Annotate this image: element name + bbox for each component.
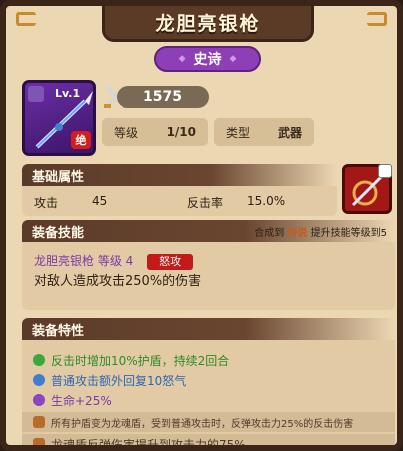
lock-icon <box>378 164 392 178</box>
skill-tag: 怒攻 <box>147 254 194 270</box>
skill-hint-suffix: 提升技能等级到5 <box>310 227 387 239</box>
item-portrait: Lv.1 绝 <box>22 80 96 156</box>
trait-text: 普通攻击额外回复10怒气 <box>51 373 187 388</box>
green-dot-icon <box>33 354 45 366</box>
trait-item: 普通攻击额外回复10怒气 <box>22 370 395 390</box>
trait-text: 生命+25% <box>51 393 112 408</box>
tier-badge: 绝 <box>71 131 91 149</box>
rarity-badge: 史诗 <box>154 46 261 72</box>
blue-dot-icon <box>33 374 45 386</box>
section-header: 基础属性 <box>22 164 337 186</box>
locked-trait-text: 龙魂盾反弹伤害提升到攻击力的75% <box>51 437 246 451</box>
trait-item: 生命+25% <box>22 390 395 410</box>
locked-trait-item: 所有护盾变为龙魂盾，受到普通攻击时，反弹攻击力25%的反击伤害 <box>22 412 395 432</box>
type-chip: 类型 武器 <box>214 118 314 146</box>
level-value: 1/10 <box>166 125 196 139</box>
skill-hint-prefix: 合成到 <box>254 227 285 239</box>
skill-description: 对敌人造成攻击250%的伤害 <box>34 274 202 289</box>
attack-label: 攻击 <box>34 196 59 210</box>
skill-name-line: 龙胆亮银枪 等级 4 怒攻 <box>34 252 194 270</box>
type-value: 武器 <box>277 125 302 140</box>
frame-corner-ornament <box>367 12 387 26</box>
base-attributes-section: 基础属性 攻击 45 反击率 15.0% <box>22 164 337 216</box>
counter-rate-value: 15.0% <box>247 194 286 208</box>
level-chip: 等级 1/10 <box>102 118 208 146</box>
power-value: 1575 <box>117 86 209 108</box>
type-label: 类型 <box>226 125 251 140</box>
special-item-slot[interactable] <box>342 164 392 214</box>
trait-item: 反击时增加10%护盾，持续2回合 <box>22 350 395 370</box>
purple-dot-icon <box>33 394 45 406</box>
section-header: 装备技能 合成到 传说 提升技能等级到5 <box>22 220 395 242</box>
locked-trait-text: 所有护盾变为龙魂盾，受到普通攻击时，反弹攻击力25%的反击伤害 <box>51 418 354 430</box>
skill-name: 龙胆亮银枪 等级 4 <box>34 254 134 268</box>
level-label: 等级 <box>114 125 139 140</box>
attack-value: 45 <box>92 194 108 208</box>
equipment-detail-panel: 龙胆亮银枪 史诗 Lv.1 绝 1575 等级 1/10 类型 武器 基础属性 … <box>0 0 403 451</box>
skill-header-title: 装备技能 <box>32 225 85 241</box>
lock-icon <box>33 416 45 428</box>
frame-corner-ornament <box>16 12 36 26</box>
item-title: 龙胆亮银枪 <box>102 6 314 42</box>
section-header: 装备特性 <box>22 318 395 340</box>
locked-trait-item: 龙魂盾反弹伤害提升到攻击力的75% <box>22 434 395 451</box>
equipment-skill-section: 装备技能 合成到 传说 提升技能等级到5 龙胆亮银枪 等级 4 怒攻 对敌人造成… <box>22 220 395 310</box>
skill-hint-highlight: 传说 <box>287 227 308 239</box>
counter-rate-label: 反击率 <box>187 196 224 210</box>
trait-text: 反击时增加10%护盾，持续2回合 <box>51 353 230 368</box>
lock-icon <box>33 438 45 445</box>
